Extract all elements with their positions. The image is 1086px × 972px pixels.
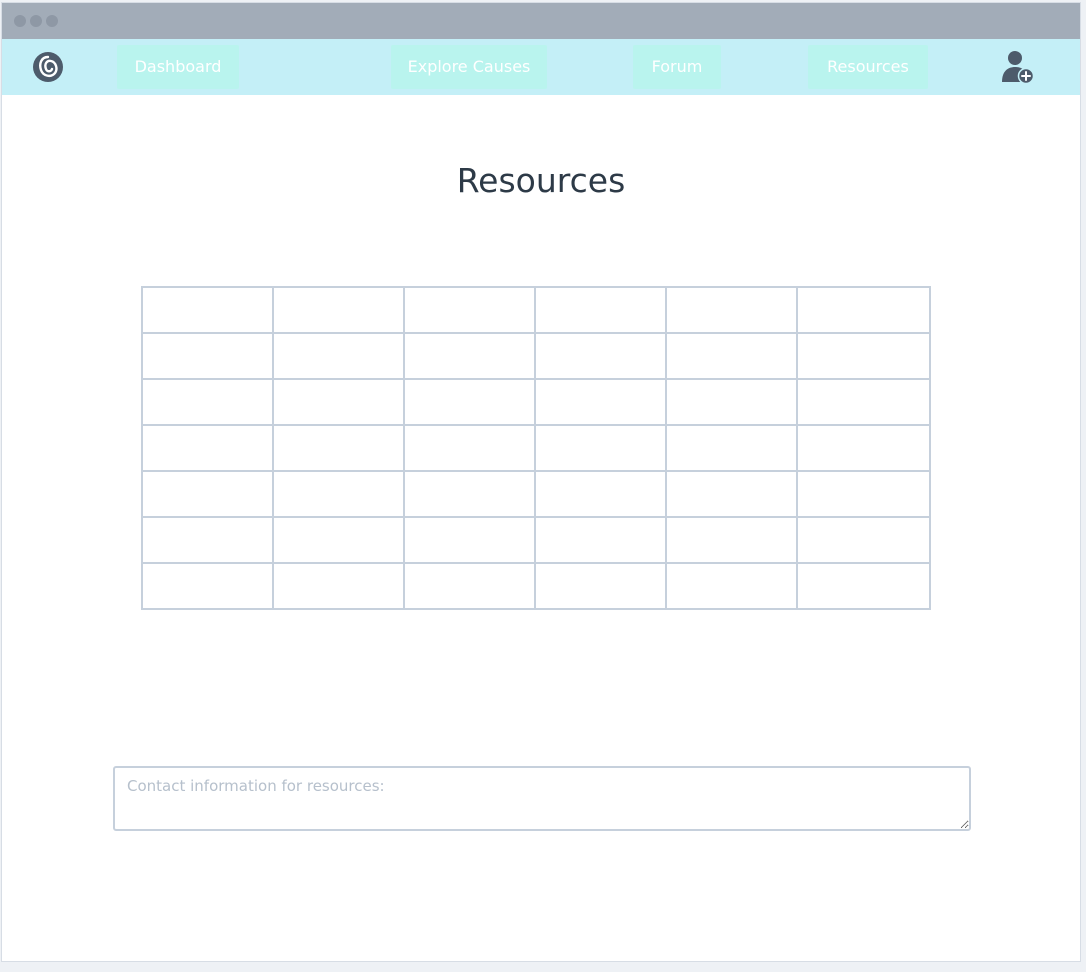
table-cell [796,332,931,380]
resources-table [141,286,931,610]
table-row [141,286,931,334]
nav-dashboard-button[interactable]: Dashboard [117,45,239,89]
table-cell [403,286,536,334]
table-cell [272,562,405,610]
table-cell [272,470,405,518]
table-cell [665,562,798,610]
table-cell [534,424,667,472]
table-cell [534,470,667,518]
add-user-icon[interactable] [1000,49,1036,85]
table-cell [141,470,274,518]
table-cell [665,470,798,518]
page-title: Resources [456,161,626,200]
resources-table-body [141,286,931,610]
table-cell [665,516,798,564]
table-cell [796,516,931,564]
table-cell [403,378,536,426]
table-cell [141,286,274,334]
window-dot-icon [14,15,26,27]
table-cell [796,470,931,518]
table-cell [665,332,798,380]
browser-window: Dashboard Explore Causes Forum Resources… [1,2,1081,962]
table-cell [272,286,405,334]
table-cell [141,378,274,426]
table-cell [141,424,274,472]
nav-explore-causes-button[interactable]: Explore Causes [391,45,547,89]
window-titlebar [2,3,1080,39]
top-navbar: Dashboard Explore Causes Forum Resources [2,39,1080,95]
table-cell [534,378,667,426]
table-cell [141,562,274,610]
table-cell [403,516,536,564]
table-cell [141,332,274,380]
swirl-logo-icon[interactable] [32,51,64,83]
table-cell [403,470,536,518]
table-cell [272,424,405,472]
table-cell [403,562,536,610]
table-cell [534,516,667,564]
table-cell [534,286,667,334]
table-cell [796,424,931,472]
table-row [141,470,931,518]
nav-resources-button[interactable]: Resources [808,45,928,89]
table-row [141,332,931,380]
table-cell [403,424,536,472]
table-cell [272,378,405,426]
table-cell [665,378,798,426]
table-cell [272,516,405,564]
table-row [141,378,931,426]
table-cell [796,286,931,334]
window-dot-icon [30,15,42,27]
nav-forum-button[interactable]: Forum [633,45,721,89]
table-row [141,516,931,564]
table-cell [796,562,931,610]
table-cell [796,378,931,426]
contact-info-textarea[interactable] [113,766,971,831]
window-dot-icon [46,15,58,27]
table-row [141,562,931,610]
table-cell [665,286,798,334]
table-cell [534,332,667,380]
table-cell [141,516,274,564]
table-row [141,424,931,472]
table-cell [403,332,536,380]
table-cell [665,424,798,472]
table-cell [272,332,405,380]
table-cell [534,562,667,610]
